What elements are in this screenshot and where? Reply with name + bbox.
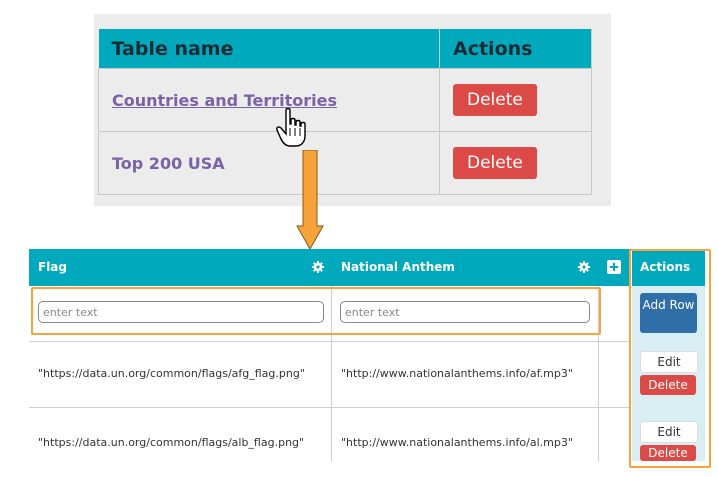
row-divider bbox=[29, 407, 631, 408]
down-arrow-icon bbox=[296, 150, 324, 250]
anthem-cell: "http://www.nationalanthems.info/al.mp3" bbox=[341, 436, 573, 449]
hand-cursor-icon bbox=[276, 108, 306, 147]
add-column-icon[interactable] bbox=[607, 260, 621, 274]
tables-list-panel: Table name Actions Countries and Territo… bbox=[94, 14, 611, 206]
delete-table-button[interactable]: Delete bbox=[453, 84, 537, 116]
flag-column-header: Flag bbox=[38, 260, 67, 274]
anthem-cell: "http://www.nationalanthems.info/af.mp3" bbox=[341, 367, 573, 380]
flag-cell: "https://data.un.org/common/flags/afg_fl… bbox=[38, 367, 305, 380]
actions-column-highlight bbox=[629, 249, 711, 468]
table-header: Flag National Anthem bbox=[29, 249, 631, 286]
gear-icon[interactable] bbox=[578, 261, 590, 273]
flag-cell: "https://data.un.org/common/flags/alb_fl… bbox=[38, 436, 305, 449]
table-row: Countries and Territories Delete bbox=[98, 68, 592, 132]
actions-header: Actions bbox=[439, 29, 592, 69]
table-name-header: Table name bbox=[98, 29, 440, 69]
table-link-top200[interactable]: Top 200 USA bbox=[112, 154, 225, 173]
gear-icon[interactable] bbox=[312, 261, 324, 273]
delete-table-button[interactable]: Delete bbox=[453, 147, 537, 179]
row-divider bbox=[29, 341, 631, 342]
table-row: Top 200 USA Delete bbox=[98, 131, 592, 195]
anthem-column-header: National Anthem bbox=[341, 260, 455, 274]
tables-list: Table name Actions Countries and Territo… bbox=[98, 29, 592, 195]
table-link-countries[interactable]: Countries and Territories bbox=[112, 91, 337, 110]
input-row-highlight bbox=[31, 287, 601, 335]
